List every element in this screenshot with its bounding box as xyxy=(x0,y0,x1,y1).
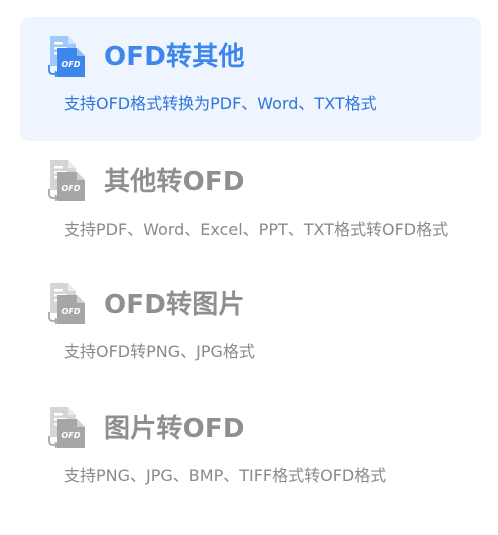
icon-label: OFD xyxy=(62,431,81,440)
icon-label: OFD xyxy=(62,60,81,69)
menu-item-description: 支持PDF、Word、Excel、PPT、TXT格式转OFD格式 xyxy=(64,220,449,239)
menu-item-ofd-to-image[interactable]: OFD OFD转图片 支持OFD转PNG、JPG格式 xyxy=(20,265,481,389)
file-convert-icon: OFD xyxy=(48,160,85,202)
file-convert-icon: OFD xyxy=(48,283,85,325)
menu-item-description: 支持OFD格式转换为PDF、Word、TXT格式 xyxy=(64,94,377,113)
menu-item-other-to-ofd[interactable]: OFD 其他转OFD 支持PDF、Word、Excel、PPT、TXT格式转OF… xyxy=(20,141,481,265)
menu-item-description: 支持OFD转PNG、JPG格式 xyxy=(64,342,255,361)
file-convert-icon: OFD xyxy=(48,36,85,78)
menu-item-title: OFD转其他 xyxy=(104,42,245,72)
conversion-menu: OFD OFD转其他 支持OFD格式转换为PDF、Word、TXT格式 OFD … xyxy=(0,0,498,535)
menu-item-title: OFD转图片 xyxy=(104,290,245,320)
menu-item-description: 支持PNG、JPG、BMP、TIFF格式转OFD格式 xyxy=(64,466,387,485)
icon-label: OFD xyxy=(62,307,81,316)
icon-label: OFD xyxy=(62,184,81,193)
menu-item-image-to-ofd[interactable]: OFD 图片转OFD 支持PNG、JPG、BMP、TIFF格式转OFD格式 xyxy=(20,389,481,513)
menu-item-title: 其他转OFD xyxy=(104,167,245,197)
menu-item-title: 图片转OFD xyxy=(104,414,245,444)
file-convert-icon: OFD xyxy=(48,407,85,449)
menu-item-ofd-to-other[interactable]: OFD OFD转其他 支持OFD格式转换为PDF、Word、TXT格式 xyxy=(20,17,481,141)
